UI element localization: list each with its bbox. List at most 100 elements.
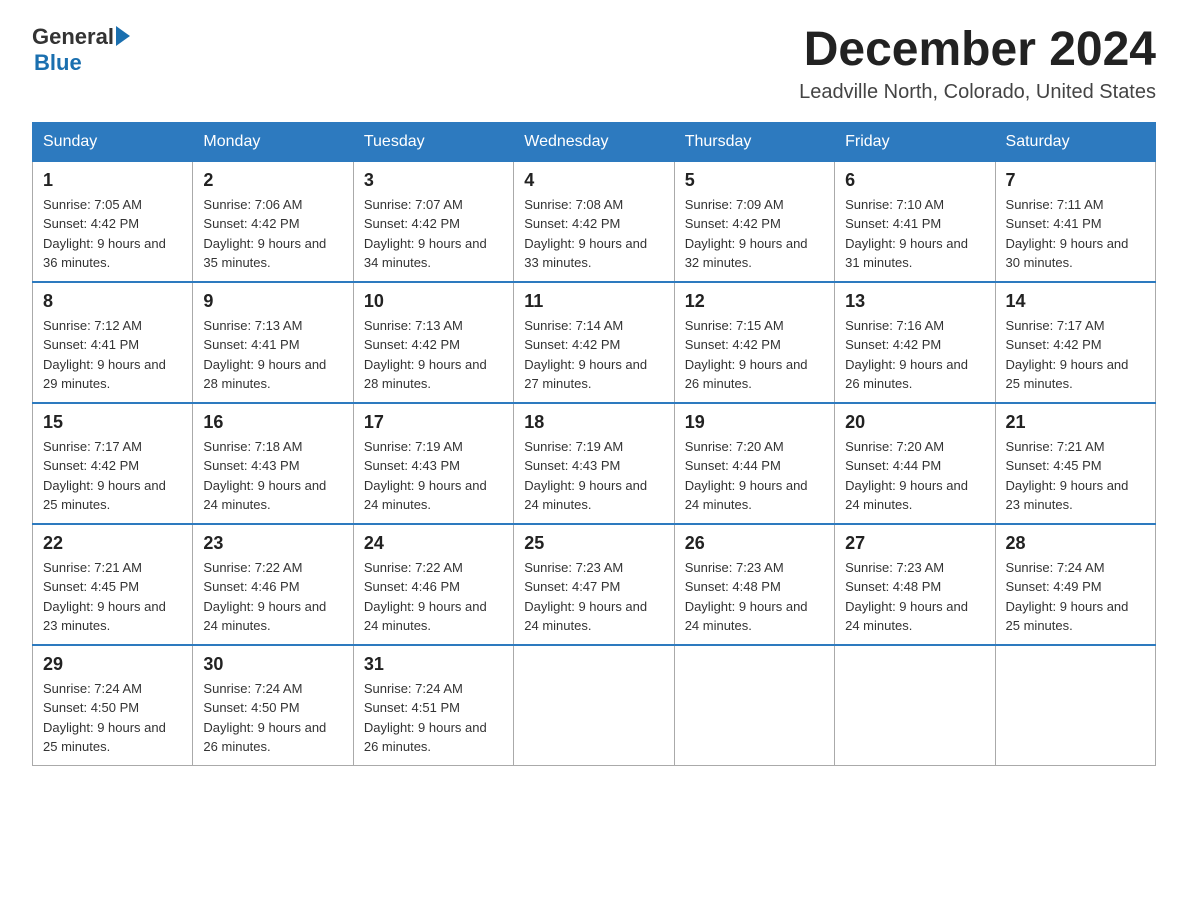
day-info: Sunrise: 7:19 AMSunset: 4:43 PMDaylight:… (364, 437, 503, 515)
day-info: Sunrise: 7:07 AMSunset: 4:42 PMDaylight:… (364, 195, 503, 273)
day-info: Sunrise: 7:18 AMSunset: 4:43 PMDaylight:… (203, 437, 342, 515)
calendar-day-cell: 31Sunrise: 7:24 AMSunset: 4:51 PMDayligh… (353, 645, 513, 766)
day-info: Sunrise: 7:17 AMSunset: 4:42 PMDaylight:… (43, 437, 182, 515)
calendar-week-row: 29Sunrise: 7:24 AMSunset: 4:50 PMDayligh… (33, 645, 1156, 766)
logo-blue-text: Blue (34, 50, 82, 76)
day-info: Sunrise: 7:08 AMSunset: 4:42 PMDaylight:… (524, 195, 663, 273)
day-info: Sunrise: 7:24 AMSunset: 4:51 PMDaylight:… (364, 679, 503, 757)
title-block: December 2024 Leadville North, Colorado,… (799, 24, 1156, 104)
calendar-day-cell: 20 Sunrise: 7:20 AMSunset: 4:44 PMDayligh… (835, 403, 995, 524)
day-info: Sunrise: 7:22 AMSunset: 4:46 PMDaylight:… (364, 558, 503, 636)
calendar-day-cell: 19 Sunrise: 7:20 AMSunset: 4:44 PMDayligh… (674, 403, 834, 524)
calendar-day-cell: 28 Sunrise: 7:24 AMSunset: 4:49 PMDayligh… (995, 524, 1155, 645)
day-number: 23 (203, 533, 342, 554)
calendar-day-cell: 11 Sunrise: 7:14 AMSunset: 4:42 PMDayligh… (514, 282, 674, 403)
day-number: 3 (364, 170, 503, 191)
calendar-day-cell (995, 645, 1155, 766)
day-number: 30 (203, 654, 342, 675)
day-number: 9 (203, 291, 342, 312)
day-info: Sunrise: 7:15 AMSunset: 4:42 PMDaylight:… (685, 316, 824, 394)
day-number: 15 (43, 412, 182, 433)
day-info: Sunrise: 7:14 AMSunset: 4:42 PMDaylight:… (524, 316, 663, 394)
day-number: 11 (524, 291, 663, 312)
day-info: Sunrise: 7:20 AMSunset: 4:44 PMDaylight:… (685, 437, 824, 515)
calendar-day-cell: 8 Sunrise: 7:12 AMSunset: 4:41 PMDaylight… (33, 282, 193, 403)
day-info: Sunrise: 7:16 AMSunset: 4:42 PMDaylight:… (845, 316, 984, 394)
calendar-day-cell: 4 Sunrise: 7:08 AMSunset: 4:42 PMDaylight… (514, 161, 674, 282)
day-number: 19 (685, 412, 824, 433)
calendar-day-cell: 16Sunrise: 7:18 AMSunset: 4:43 PMDayligh… (193, 403, 353, 524)
calendar-day-cell: 2 Sunrise: 7:06 AMSunset: 4:42 PMDaylight… (193, 161, 353, 282)
day-info: Sunrise: 7:23 AMSunset: 4:48 PMDaylight:… (685, 558, 824, 636)
calendar-day-cell: 23 Sunrise: 7:22 AMSunset: 4:46 PMDayligh… (193, 524, 353, 645)
calendar-day-cell: 15 Sunrise: 7:17 AMSunset: 4:42 PMDayligh… (33, 403, 193, 524)
day-info: Sunrise: 7:11 AMSunset: 4:41 PMDaylight:… (1006, 195, 1145, 273)
day-number: 28 (1006, 533, 1145, 554)
calendar-day-cell (835, 645, 995, 766)
calendar-day-cell: 13 Sunrise: 7:16 AMSunset: 4:42 PMDayligh… (835, 282, 995, 403)
day-info: Sunrise: 7:24 AMSunset: 4:50 PMDaylight:… (203, 679, 342, 757)
weekday-header-thursday: Thursday (674, 122, 834, 161)
calendar-day-cell (674, 645, 834, 766)
day-info: Sunrise: 7:10 AMSunset: 4:41 PMDaylight:… (845, 195, 984, 273)
day-number: 12 (685, 291, 824, 312)
calendar-day-cell: 14 Sunrise: 7:17 AMSunset: 4:42 PMDayligh… (995, 282, 1155, 403)
calendar-week-row: 15 Sunrise: 7:17 AMSunset: 4:42 PMDayligh… (33, 403, 1156, 524)
day-number: 18 (524, 412, 663, 433)
weekday-header-tuesday: Tuesday (353, 122, 513, 161)
day-info: Sunrise: 7:23 AMSunset: 4:47 PMDaylight:… (524, 558, 663, 636)
day-info: Sunrise: 7:13 AMSunset: 4:41 PMDaylight:… (203, 316, 342, 394)
calendar-day-cell: 22Sunrise: 7:21 AMSunset: 4:45 PMDayligh… (33, 524, 193, 645)
calendar-day-cell: 9 Sunrise: 7:13 AMSunset: 4:41 PMDaylight… (193, 282, 353, 403)
page-header: General Blue December 2024 Leadville Nor… (32, 24, 1156, 104)
day-number: 1 (43, 170, 182, 191)
weekday-header-sunday: Sunday (33, 122, 193, 161)
calendar-day-cell: 17 Sunrise: 7:19 AMSunset: 4:43 PMDayligh… (353, 403, 513, 524)
day-info: Sunrise: 7:13 AMSunset: 4:42 PMDaylight:… (364, 316, 503, 394)
day-info: Sunrise: 7:20 AMSunset: 4:44 PMDaylight:… (845, 437, 984, 515)
day-info: Sunrise: 7:09 AMSunset: 4:42 PMDaylight:… (685, 195, 824, 273)
calendar-week-row: 22Sunrise: 7:21 AMSunset: 4:45 PMDayligh… (33, 524, 1156, 645)
calendar-day-cell: 1 Sunrise: 7:05 AMSunset: 4:42 PMDaylight… (33, 161, 193, 282)
calendar-day-cell: 10 Sunrise: 7:13 AMSunset: 4:42 PMDayligh… (353, 282, 513, 403)
day-info: Sunrise: 7:22 AMSunset: 4:46 PMDaylight:… (203, 558, 342, 636)
day-info: Sunrise: 7:24 AMSunset: 4:50 PMDaylight:… (43, 679, 182, 757)
day-number: 20 (845, 412, 984, 433)
calendar-day-cell (514, 645, 674, 766)
day-number: 2 (203, 170, 342, 191)
day-number: 26 (685, 533, 824, 554)
day-info: Sunrise: 7:24 AMSunset: 4:49 PMDaylight:… (1006, 558, 1145, 636)
day-info: Sunrise: 7:17 AMSunset: 4:42 PMDaylight:… (1006, 316, 1145, 394)
day-number: 17 (364, 412, 503, 433)
day-number: 7 (1006, 170, 1145, 191)
weekday-header-saturday: Saturday (995, 122, 1155, 161)
weekday-header-friday: Friday (835, 122, 995, 161)
day-info: Sunrise: 7:21 AMSunset: 4:45 PMDaylight:… (43, 558, 182, 636)
day-info: Sunrise: 7:23 AMSunset: 4:48 PMDaylight:… (845, 558, 984, 636)
day-number: 25 (524, 533, 663, 554)
calendar-week-row: 8 Sunrise: 7:12 AMSunset: 4:41 PMDaylight… (33, 282, 1156, 403)
month-year-title: December 2024 (799, 24, 1156, 77)
logo: General Blue (32, 24, 130, 76)
calendar-week-row: 1 Sunrise: 7:05 AMSunset: 4:42 PMDaylight… (33, 161, 1156, 282)
day-info: Sunrise: 7:19 AMSunset: 4:43 PMDaylight:… (524, 437, 663, 515)
day-number: 10 (364, 291, 503, 312)
calendar-table: SundayMondayTuesdayWednesdayThursdayFrid… (32, 122, 1156, 766)
day-info: Sunrise: 7:06 AMSunset: 4:42 PMDaylight:… (203, 195, 342, 273)
calendar-day-cell: 24 Sunrise: 7:22 AMSunset: 4:46 PMDayligh… (353, 524, 513, 645)
logo-triangle-icon (116, 26, 130, 46)
day-number: 13 (845, 291, 984, 312)
day-info: Sunrise: 7:12 AMSunset: 4:41 PMDaylight:… (43, 316, 182, 394)
day-number: 24 (364, 533, 503, 554)
calendar-day-cell: 21Sunrise: 7:21 AMSunset: 4:45 PMDayligh… (995, 403, 1155, 524)
day-number: 14 (1006, 291, 1145, 312)
logo-general-text: General (32, 24, 114, 50)
calendar-day-cell: 29Sunrise: 7:24 AMSunset: 4:50 PMDayligh… (33, 645, 193, 766)
day-number: 4 (524, 170, 663, 191)
day-number: 27 (845, 533, 984, 554)
day-number: 8 (43, 291, 182, 312)
day-info: Sunrise: 7:05 AMSunset: 4:42 PMDaylight:… (43, 195, 182, 273)
weekday-header-monday: Monday (193, 122, 353, 161)
calendar-day-cell: 27 Sunrise: 7:23 AMSunset: 4:48 PMDayligh… (835, 524, 995, 645)
calendar-day-cell: 25 Sunrise: 7:23 AMSunset: 4:47 PMDayligh… (514, 524, 674, 645)
